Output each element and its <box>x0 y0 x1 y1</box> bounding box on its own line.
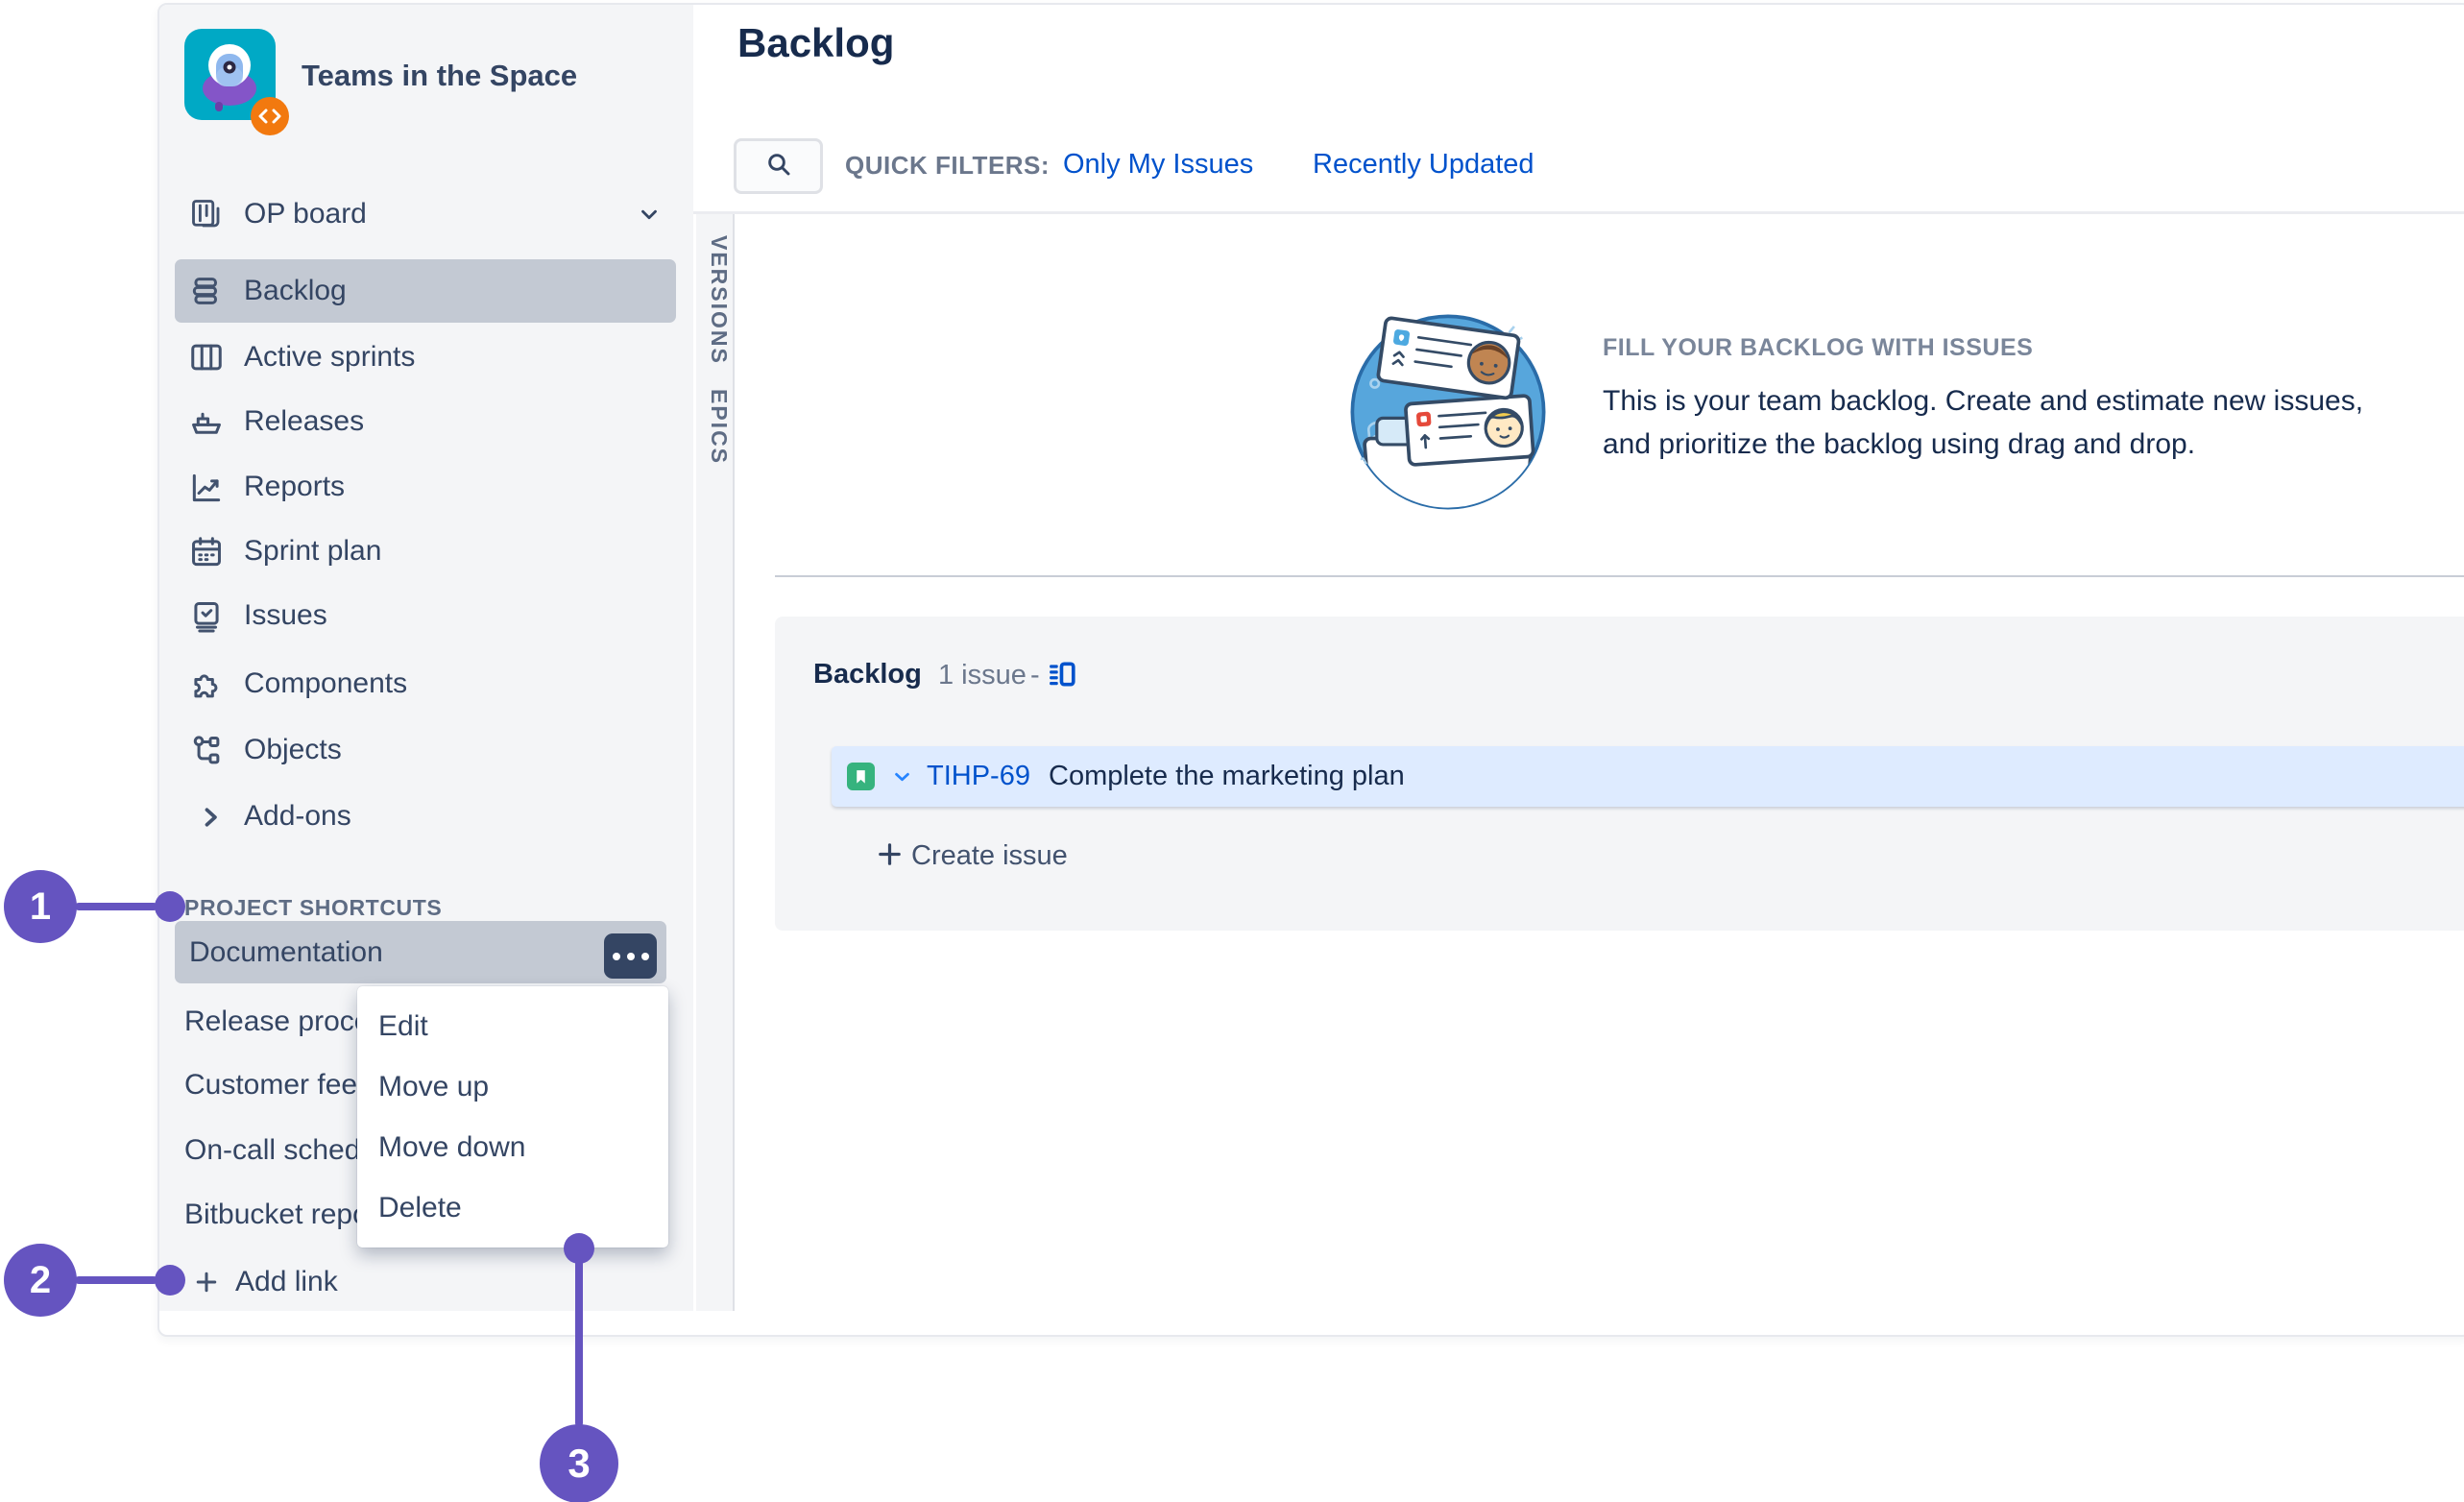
issues-icon <box>188 598 225 635</box>
issue-chevron-down-icon[interactable] <box>889 766 915 792</box>
issue-key-link[interactable]: TIHP-69 <box>927 746 1030 807</box>
code-badge-icon <box>251 97 289 135</box>
shortcut-context-menu: Edit Move up Move down Delete <box>357 986 668 1248</box>
header-divider <box>693 211 2464 214</box>
backlog-issue-row[interactable]: TIHP-69 Complete the marketing plan <box>832 746 2464 807</box>
annotation-3-line <box>575 1250 583 1427</box>
sidebar-item-objects[interactable]: Objects <box>244 718 342 782</box>
shortcut-customer-feedback[interactable]: Customer fee <box>184 1054 357 1117</box>
backlog-section-title: Backlog <box>813 659 922 690</box>
annotation-3-badge: 3 <box>540 1424 618 1502</box>
app-window: Teams in the Space OP board Backlog Acti… <box>157 3 2464 1337</box>
screenshot-root: Teams in the Space OP board Backlog Acti… <box>0 0 2464 1502</box>
add-link-button[interactable]: Add link <box>235 1250 338 1314</box>
components-puzzle-icon <box>188 666 225 703</box>
project-title: Teams in the Space <box>302 59 578 92</box>
shortcut-documentation-label[interactable]: Documentation <box>189 921 383 983</box>
side-panels-strip <box>696 214 735 1311</box>
meatball-dot <box>612 952 620 960</box>
search-input[interactable] <box>734 138 823 194</box>
objects-tree-icon <box>188 733 225 769</box>
menu-item-move-down[interactable]: Move down <box>357 1117 668 1177</box>
story-type-icon <box>847 763 875 790</box>
backlog-icon <box>188 273 225 309</box>
releases-ship-icon <box>188 404 225 441</box>
plus-icon <box>875 839 905 874</box>
content-divider <box>775 575 2464 577</box>
annotation-1-dot <box>155 891 185 922</box>
shortcut-bitbucket-repo[interactable]: Bitbucket repo <box>184 1183 369 1247</box>
issue-summary[interactable]: Complete the marketing plan <box>1049 746 1405 807</box>
tab-epics[interactable]: EPICS <box>703 389 732 465</box>
tab-versions[interactable]: VERSIONS <box>703 235 732 365</box>
plus-icon <box>192 1268 221 1301</box>
sidebar-item-components[interactable]: Components <box>244 652 407 715</box>
page-title: Backlog <box>737 20 895 65</box>
search-icon <box>763 149 794 184</box>
board-stack-icon <box>188 196 225 232</box>
backlog-issue-count: 1 issue <box>938 660 1027 690</box>
board-columns-icon[interactable] <box>1048 660 1076 693</box>
project-shortcuts-header: PROJECT SHORTCUTS <box>184 895 443 920</box>
create-issue-button[interactable]: Create issue <box>911 839 1068 872</box>
add-ons-chevron-right-icon <box>192 799 229 836</box>
annotation-1-badge: 1 <box>4 870 77 943</box>
empty-state-body-line2: and prioritize the backlog using drag an… <box>1603 428 2196 460</box>
active-sprints-icon <box>188 339 225 376</box>
filter-recently-updated[interactable]: Recently Updated <box>1313 149 1534 181</box>
sprint-plan-calendar-icon <box>188 534 225 570</box>
backlog-count-dash: - <box>1030 660 1040 690</box>
project-avatar[interactable] <box>184 29 289 135</box>
shortcut-release-process[interactable]: Release proce <box>184 990 370 1054</box>
sidebar-item-active-sprints[interactable]: Active sprints <box>244 326 415 389</box>
meatball-dot <box>626 952 635 960</box>
annotation-2-dot <box>155 1265 185 1296</box>
annotation-1-line <box>75 903 157 910</box>
empty-state-heading: FILL YOUR BACKLOG WITH ISSUES <box>1603 334 2034 361</box>
chevron-down-icon[interactable] <box>635 202 664 231</box>
menu-item-move-up[interactable]: Move up <box>357 1056 668 1117</box>
backlog-empty-illustration <box>1346 310 1550 519</box>
quick-filters-label: QUICK FILTERS: <box>845 151 1051 180</box>
meatball-dot <box>640 952 649 960</box>
sidebar-item-add-ons[interactable]: Add-ons <box>244 785 351 848</box>
shortcut-more-actions-button[interactable] <box>604 933 657 979</box>
board-selector[interactable]: OP board <box>244 197 367 231</box>
sidebar-item-backlog[interactable]: Backlog <box>244 259 347 323</box>
reports-chart-icon <box>188 470 225 506</box>
backlog-section-panel: Backlog 1 issue - TIHP-69 Complete the m… <box>775 617 2464 931</box>
filter-only-my-issues[interactable]: Only My Issues <box>1063 149 1253 181</box>
sidebar-item-issues[interactable]: Issues <box>244 584 327 647</box>
menu-item-edit[interactable]: Edit <box>357 996 668 1056</box>
annotation-2-badge: 2 <box>4 1244 77 1317</box>
shortcut-on-call-schedule[interactable]: On-call sched <box>184 1119 360 1182</box>
annotation-2-line <box>75 1276 157 1284</box>
sidebar-item-reports[interactable]: Reports <box>244 455 345 519</box>
sidebar-item-sprint-plan[interactable]: Sprint plan <box>244 520 381 583</box>
sidebar-item-releases[interactable]: Releases <box>244 390 364 453</box>
menu-item-delete[interactable]: Delete <box>357 1177 668 1238</box>
empty-state-body-line1: This is your team backlog. Create and es… <box>1603 385 2364 417</box>
